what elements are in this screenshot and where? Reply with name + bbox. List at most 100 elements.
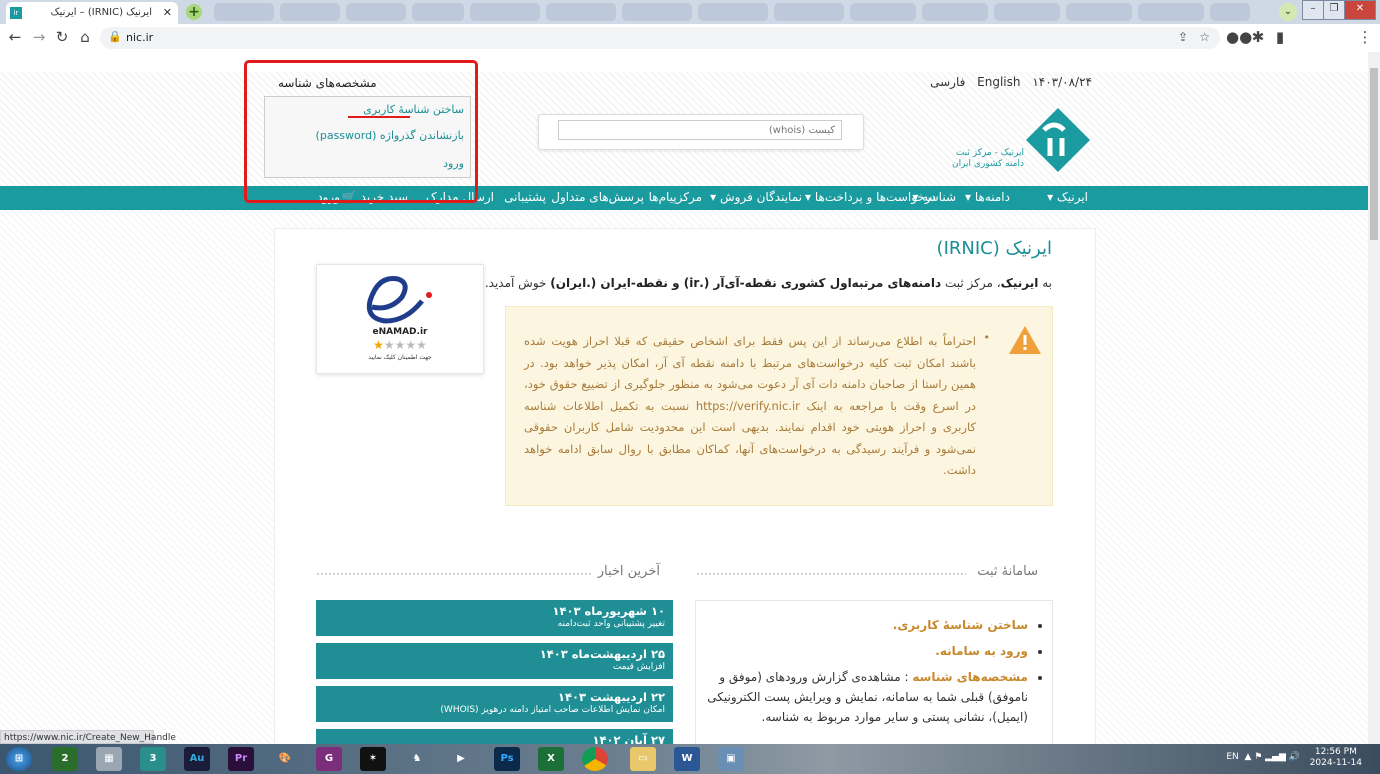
news-item[interactable]: ۱۰ شهریورماه ۱۴۰۳ تغییر پشتیبانی واحد ثب… (316, 600, 673, 636)
app-icon[interactable]: ▣ (718, 747, 744, 771)
welcome-text: به ایرنیک، مرکز ثبت دامنه‌های مرتبه‌اول … (484, 276, 1052, 290)
nav-irnic[interactable]: ایرنیک ▾ (1047, 190, 1088, 204)
site-favicon-icon: ir (10, 7, 22, 19)
divider (696, 572, 966, 576)
background-tab[interactable] (922, 3, 988, 21)
nav-requests[interactable]: درخواست‌ها و پرداخت‌ها ▾ (805, 190, 936, 204)
media-player-icon[interactable]: ▶ (448, 747, 474, 771)
input-language[interactable]: EN (1226, 752, 1238, 762)
background-tab[interactable] (1210, 3, 1250, 21)
minimize-icon[interactable]: – (1302, 0, 1324, 20)
extension-icon[interactable]: ●● (1226, 28, 1252, 46)
main-navbar: ایرنیک ▾ دامنه‌ها ▾ شناسه ▾ درخواست‌ها و… (0, 186, 1368, 210)
system-clock[interactable]: 12:56 PM 2024-11-14 (1310, 747, 1362, 769)
background-tab[interactable] (280, 3, 340, 21)
share-icon[interactable]: ⇪ (1178, 30, 1188, 44)
background-tab[interactable] (346, 3, 406, 21)
tab-close-icon[interactable]: ✕ (163, 2, 172, 24)
list-item[interactable]: مشخصه‌های شناسه : مشاهده‌ی گزارش ورودهای… (704, 667, 1028, 727)
address-bar[interactable]: 🔒 nic.ir ⇪ ☆ (100, 27, 1220, 49)
background-tab[interactable] (698, 3, 768, 21)
register-section-title: سامانهٔ ثبت (977, 564, 1038, 579)
file-explorer-icon[interactable]: ▭ (630, 747, 656, 771)
nav-resellers[interactable]: نمایندگان فروش ▾ (710, 190, 802, 204)
background-tab[interactable] (412, 3, 464, 21)
enamad-badge[interactable]: eNAMAD.ir ★★★★★ جهت اطمینان کلیک نمایید (316, 264, 484, 374)
windows-taskbar: ⊞ 2 ▦ 3 Au Pr 🎨 G ✶ ♞ ▶ Ps X ▭ W ▣ EN ▲ … (0, 744, 1380, 774)
list-item[interactable]: ساختن شناسهٔ کاربری. (704, 615, 1028, 635)
background-tab[interactable] (622, 3, 692, 21)
news-section-title: آخرین اخبار (597, 564, 660, 579)
menu-kebab-icon[interactable]: ⋮ (1356, 28, 1374, 46)
photoshop-icon[interactable]: Ps (494, 747, 520, 771)
home-icon[interactable]: ⌂ (76, 28, 94, 46)
list-item[interactable]: ورود به سامانه. (704, 641, 1028, 661)
background-tab[interactable] (1066, 3, 1132, 21)
nav-faq[interactable]: پرسش‌های متداول (551, 190, 644, 204)
background-tab[interactable] (850, 3, 916, 21)
highlight-box (244, 60, 478, 203)
browser-tab-bar: ir ایرنیک (IRNIC) – ایرنیک ✕ + ⌄ – ❐ ✕ (0, 0, 1380, 24)
logo-line1: ایرنیک - مرکز ثبت (955, 148, 1024, 158)
whois-search-input[interactable] (558, 120, 842, 140)
app-icon[interactable]: ♞ (404, 747, 430, 771)
app-icon[interactable]: 3 (140, 747, 166, 771)
enamad-logo-icon (366, 275, 432, 324)
date-display: ۱۴۰۳/۰۸/۲۴ (1032, 75, 1092, 89)
register-box: ساختن شناسهٔ کاربری. ورود به سامانه. مشخ… (695, 600, 1053, 744)
divider (316, 572, 592, 576)
bookmark-star-icon[interactable]: ☆ (1199, 30, 1210, 44)
news-item[interactable]: ۲۲ اردیبهشت ۱۴۰۳ امکان نمایش اطلاعات صاح… (316, 686, 673, 722)
pdf-app-icon[interactable]: G (316, 747, 342, 771)
scrollbar-thumb[interactable] (1370, 68, 1378, 240)
background-tab[interactable] (470, 3, 540, 21)
new-tab-button[interactable]: + (186, 4, 202, 20)
enamad-sub: جهت اطمینان کلیک نمایید (368, 354, 432, 361)
web-page: ۱۴۰۳/۰۸/۲۴ English فارسی ایرنیک - مرکز ث… (0, 52, 1368, 744)
close-window-icon[interactable]: ✕ (1344, 0, 1376, 20)
background-tab[interactable] (994, 3, 1060, 21)
back-icon[interactable]: ← (6, 28, 24, 46)
status-url: https://www.nic.ir/Create_New_Handle (0, 730, 176, 744)
background-tab[interactable] (774, 3, 844, 21)
background-tab[interactable] (1138, 3, 1204, 21)
whois-box (538, 114, 864, 150)
irnic-logo[interactable]: ایرنیک - مرکز ثبت دامنه کشوری ایران (952, 108, 1090, 178)
enamad-stars-icon: ★★★★★ (373, 338, 427, 352)
lang-farsi-link[interactable]: فارسی (930, 75, 965, 89)
premiere-icon[interactable]: Pr (228, 747, 254, 771)
url-text: nic.ir (126, 31, 154, 44)
profile-chevron-icon[interactable]: ⌄ (1279, 3, 1297, 21)
nav-domains[interactable]: دامنه‌ها ▾ (965, 190, 1010, 204)
lock-icon: 🔒 (108, 30, 122, 43)
reload-icon[interactable]: ↻ (53, 28, 71, 46)
nav-support[interactable]: پشتیبانی (504, 190, 546, 204)
browser-tab-active[interactable]: ir ایرنیک (IRNIC) – ایرنیک ✕ (6, 2, 178, 24)
excel-icon[interactable]: X (538, 747, 564, 771)
background-tab[interactable] (214, 3, 274, 21)
audition-icon[interactable]: Au (184, 747, 210, 771)
notice-text: احتراماً به اطلاع می‌رساند از این پس فقط… (524, 334, 976, 477)
background-tab[interactable] (546, 3, 616, 21)
calculator-icon[interactable]: ▦ (96, 747, 122, 771)
page-title: ایرنیک (IRNIC) (936, 238, 1052, 259)
restore-icon[interactable]: ❐ (1323, 0, 1345, 20)
app-icon[interactable]: 2 (52, 747, 78, 771)
word-icon[interactable]: W (674, 747, 700, 771)
app-icon[interactable]: ✶ (360, 747, 386, 771)
puzzle-icon[interactable]: ✱ (1249, 28, 1267, 46)
start-button-icon[interactable]: ⊞ (6, 747, 32, 771)
chrome-icon[interactable] (582, 747, 608, 771)
news-item[interactable]: ۲۷ آبان ۱۴۰۲ (316, 729, 673, 744)
news-item[interactable]: ۲۵ اردیبهشت‌ماه ۱۴۰۳ افزایش قیمت (316, 643, 673, 679)
side-panel-icon[interactable]: ▮ (1271, 28, 1289, 46)
system-tray[interactable]: EN ▲ ⚑ ▂▄▆ 🔊 (1226, 752, 1300, 762)
bullet-icon: • (983, 331, 991, 344)
lang-english-link[interactable]: English (977, 75, 1020, 89)
logo-line2: دامنه کشوری ایران (951, 159, 1024, 169)
paint-icon[interactable]: 🎨 (272, 747, 298, 771)
notice-alert: احتراماً به اطلاع می‌رساند از این پس فقط… (505, 306, 1053, 506)
nav-message-center[interactable]: مرکزپیام‌ها (649, 190, 702, 204)
forward-icon[interactable]: → (30, 28, 48, 46)
enamad-label: eNAMAD.ir (372, 327, 428, 337)
